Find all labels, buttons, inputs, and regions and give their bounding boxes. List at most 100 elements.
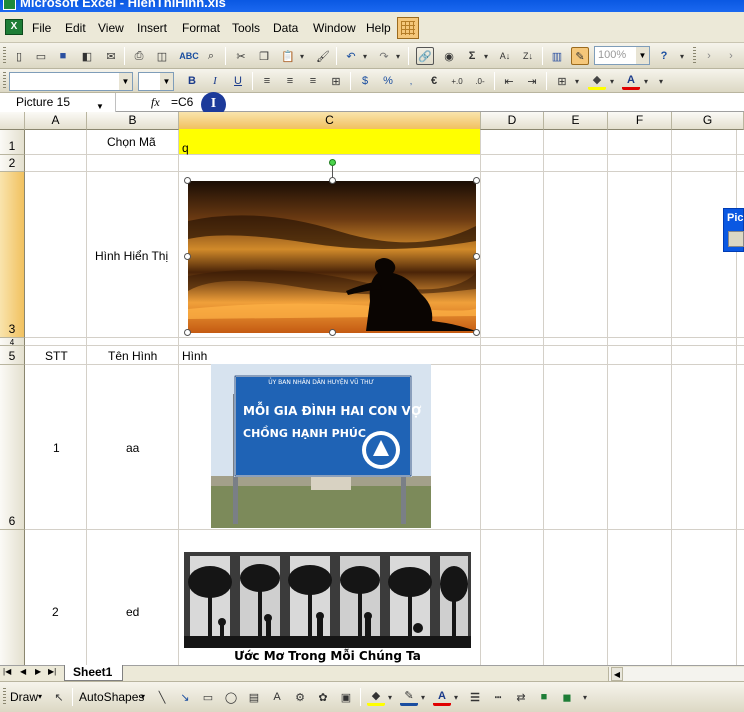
fill-color-dropdown-icon[interactable]: ▾ bbox=[607, 72, 617, 90]
help-icon[interactable]: ? bbox=[655, 47, 673, 65]
toolbar-options-icon[interactable]: ▾ bbox=[580, 688, 590, 706]
align-left-icon[interactable]: ≡ bbox=[258, 72, 276, 90]
picture-sunset-silhouette[interactable] bbox=[188, 181, 476, 333]
resize-handle-br[interactable] bbox=[473, 329, 480, 336]
menu-help[interactable]: Help bbox=[366, 21, 391, 35]
percent-icon[interactable]: % bbox=[379, 72, 397, 90]
cut-icon[interactable]: ✂ bbox=[232, 47, 250, 65]
drawing-icon[interactable]: ✎ bbox=[571, 47, 589, 65]
menu-format[interactable]: Format bbox=[182, 21, 220, 35]
autosum-icon[interactable]: Σ bbox=[463, 47, 481, 65]
font-color-icon[interactable]: A bbox=[622, 72, 640, 90]
row-header-1[interactable]: 1 bbox=[0, 130, 25, 155]
picture-road-sign[interactable]: ỦY BAN NHÂN DÂN HUYỆN VŨ THƯ MỖI GIA ĐÌN… bbox=[211, 364, 431, 528]
column-header-b[interactable]: B bbox=[87, 112, 179, 130]
rectangle-icon[interactable]: ▭ bbox=[199, 688, 217, 706]
text-box-icon[interactable]: ▤ bbox=[245, 688, 263, 706]
toolbar-grip[interactable] bbox=[3, 72, 6, 90]
next-sheet-icon[interactable]: ▶ bbox=[35, 667, 41, 676]
row-header-3[interactable]: 3 bbox=[0, 172, 25, 338]
globe-icon[interactable]: ◉ bbox=[440, 47, 458, 65]
font-combo[interactable]: ▼ bbox=[9, 72, 133, 91]
euro-icon[interactable]: € bbox=[425, 72, 443, 90]
chevron-right-icon[interactable]: › bbox=[722, 47, 740, 65]
resize-handle-r[interactable] bbox=[473, 253, 480, 260]
align-right-icon[interactable]: ≡ bbox=[304, 72, 322, 90]
menu-window[interactable]: Window bbox=[313, 21, 356, 35]
cell-a6[interactable]: 1 bbox=[53, 441, 60, 455]
comma-style-icon[interactable]: , bbox=[402, 72, 420, 90]
cell-b3[interactable]: Hình Hiển Thị bbox=[95, 249, 168, 263]
paste-dropdown-icon[interactable]: ▾ bbox=[297, 47, 307, 65]
menu-view[interactable]: View bbox=[98, 21, 124, 35]
column-header-a[interactable]: A bbox=[25, 112, 87, 130]
font-color-dropdown-icon[interactable]: ▾ bbox=[641, 72, 651, 90]
save-icon[interactable]: ■ bbox=[54, 47, 72, 65]
column-header-d[interactable]: D bbox=[481, 112, 544, 130]
3d-style-icon[interactable]: ◼ bbox=[558, 688, 576, 706]
sort-ascending-icon[interactable]: A↓ bbox=[496, 47, 514, 65]
align-center-icon[interactable]: ≡ bbox=[281, 72, 299, 90]
shadow-style-icon[interactable]: ■ bbox=[535, 688, 553, 706]
research-icon[interactable]: ⌕ bbox=[202, 47, 220, 65]
excel-app-icon[interactable] bbox=[3, 0, 16, 10]
autoshapes-menu[interactable]: AutoShapes bbox=[79, 690, 144, 704]
row-header-5[interactable]: 5 bbox=[0, 346, 25, 365]
sheet-tab-sheet1[interactable]: Sheet1 bbox=[64, 665, 124, 681]
fill-color-icon[interactable]: ◆ bbox=[588, 72, 606, 90]
formula-input[interactable]: =C6 bbox=[171, 95, 193, 109]
column-header-c[interactable]: C bbox=[179, 112, 481, 130]
select-objects-icon[interactable]: ↖ bbox=[50, 688, 68, 706]
row-header-6[interactable]: 6 bbox=[0, 365, 25, 530]
toolbar-options-icon[interactable]: ▾ bbox=[656, 72, 666, 90]
bold-icon[interactable]: B bbox=[183, 72, 201, 90]
underline-icon[interactable]: U bbox=[229, 72, 247, 90]
print-preview-icon[interactable]: ◫ bbox=[153, 47, 171, 65]
cell-b7[interactable]: ed bbox=[126, 605, 139, 619]
resize-handle-l[interactable] bbox=[184, 253, 191, 260]
redo-dropdown-icon[interactable]: ▾ bbox=[393, 47, 403, 65]
row-header-7[interactable] bbox=[0, 530, 25, 665]
cell-b6[interactable]: aa bbox=[126, 441, 139, 455]
font-size-combo[interactable]: ▼ bbox=[138, 72, 174, 91]
hyperlink-icon[interactable]: 🔗 bbox=[416, 47, 434, 65]
increase-decimal-icon[interactable]: +.0 bbox=[448, 72, 466, 90]
paste-icon[interactable]: 📋 bbox=[279, 47, 297, 65]
decrease-decimal-icon[interactable]: .0- bbox=[471, 72, 489, 90]
chevron-down-icon[interactable]: ▼ bbox=[636, 47, 649, 64]
toolbar-options-icon[interactable]: ▾ bbox=[677, 47, 687, 65]
menu-file[interactable]: File bbox=[32, 21, 51, 35]
format-painter-icon[interactable]: 🖌 bbox=[314, 47, 332, 65]
cell-a7[interactable]: 2 bbox=[52, 605, 59, 619]
workbook-icon[interactable]: X bbox=[5, 19, 23, 35]
menu-tools[interactable]: Tools bbox=[232, 21, 260, 35]
chevron-right-icon[interactable]: › bbox=[700, 47, 718, 65]
currency-icon[interactable]: $ bbox=[356, 72, 374, 90]
prev-sheet-icon[interactable]: ◀ bbox=[20, 667, 26, 676]
menu-data[interactable]: Data bbox=[273, 21, 298, 35]
undo-icon[interactable]: ↶ bbox=[342, 47, 360, 65]
column-header-f[interactable]: F bbox=[608, 112, 672, 130]
menu-edit[interactable]: Edit bbox=[65, 21, 86, 35]
cell-c1[interactable]: q bbox=[182, 141, 189, 155]
print-icon[interactable]: ⎙ bbox=[130, 47, 148, 65]
wordart-icon[interactable]: A bbox=[268, 688, 286, 706]
row-header-2[interactable]: 2 bbox=[0, 155, 25, 172]
font-color-icon[interactable]: A bbox=[433, 688, 451, 706]
borders-icon[interactable]: ⊞ bbox=[553, 72, 571, 90]
increase-indent-icon[interactable]: ⇥ bbox=[523, 72, 541, 90]
cell-b5[interactable]: Tên Hình bbox=[108, 349, 157, 363]
insert-function-icon[interactable]: fx bbox=[151, 95, 160, 110]
redo-icon[interactable]: ↷ bbox=[375, 47, 393, 65]
chevron-down-icon[interactable]: ▼ bbox=[119, 73, 132, 90]
worksheet-grid[interactable]: A B C D E F G 1 2 3 4 5 6 Chọn Mã q Hình… bbox=[0, 112, 744, 665]
horizontal-scrollbar[interactable]: ◀ bbox=[608, 667, 744, 681]
chevron-down-icon[interactable]: ▾ bbox=[141, 692, 145, 701]
zoom-combo[interactable]: 100% ▼ bbox=[594, 46, 650, 65]
resize-handle-bl[interactable] bbox=[184, 329, 191, 336]
column-header-e[interactable]: E bbox=[544, 112, 608, 130]
toolbar-grip[interactable] bbox=[693, 47, 696, 65]
dash-style-icon[interactable]: ┅ bbox=[489, 688, 507, 706]
fill-color-icon[interactable]: ◆ bbox=[367, 688, 385, 706]
cell-a5[interactable]: STT bbox=[45, 349, 68, 363]
